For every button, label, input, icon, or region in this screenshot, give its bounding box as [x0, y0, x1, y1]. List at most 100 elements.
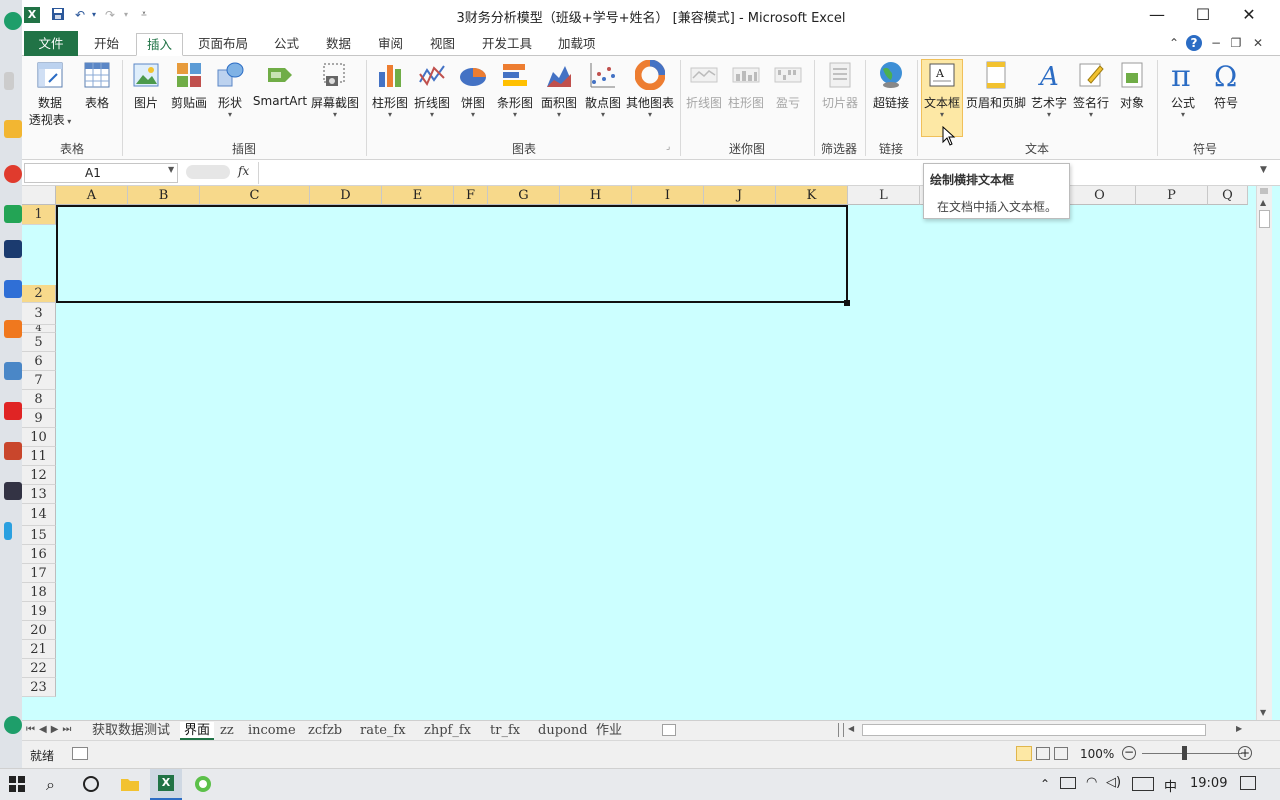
desktop-app-icon[interactable]	[4, 205, 22, 223]
row-header[interactable]: 11	[22, 447, 56, 466]
page-break-view-icon[interactable]	[1054, 747, 1068, 760]
sheet-tab[interactable]: zcfzb	[304, 722, 346, 740]
close-button[interactable]: ✕	[1226, 0, 1272, 30]
tab-addins[interactable]: 加载项	[548, 33, 606, 56]
fill-handle[interactable]	[844, 300, 850, 306]
sparkline-winloss-button[interactable]: 盈亏	[768, 60, 808, 111]
column-chart-button[interactable]: 柱形图 ▾	[370, 60, 410, 119]
row-header[interactable]: 9	[22, 409, 56, 428]
column-header[interactable]: P	[1136, 186, 1208, 205]
sheet-tab[interactable]: rate_fx	[356, 722, 410, 740]
expand-formula-bar-icon[interactable]: ▼	[1260, 165, 1267, 175]
column-header[interactable]: G	[488, 186, 560, 205]
scroll-right-icon[interactable]: ▶	[1236, 724, 1242, 733]
ribbon-collapse-icon[interactable]: ⌃	[1166, 35, 1182, 51]
row-header[interactable]: 14	[22, 504, 56, 526]
selected-range[interactable]	[56, 205, 848, 303]
doc-close-icon[interactable]: ✕	[1250, 35, 1266, 51]
scroll-down-icon[interactable]: ▼	[1260, 708, 1266, 717]
row-header[interactable]: 17	[22, 564, 56, 583]
row-header[interactable]: 22	[22, 659, 56, 678]
sheet-tab[interactable]: zz	[216, 722, 238, 740]
desktop-app-icon[interactable]	[4, 72, 14, 90]
formula-bar-splitter[interactable]	[186, 165, 230, 179]
zoom-level[interactable]: 100%	[1080, 747, 1114, 761]
page-layout-view-icon[interactable]	[1036, 747, 1050, 760]
word-icon[interactable]	[4, 280, 22, 298]
row-header[interactable]: 21	[22, 640, 56, 659]
row-header[interactable]: 6	[22, 352, 56, 371]
column-header[interactable]: H	[560, 186, 632, 205]
column-header[interactable]: K	[776, 186, 848, 205]
tab-file[interactable]: 文件	[24, 31, 78, 56]
vertical-scroll-thumb[interactable]	[1259, 210, 1270, 228]
column-header[interactable]: D	[310, 186, 382, 205]
column-header[interactable]: F	[454, 186, 488, 205]
wifi-icon[interactable]: ◠	[1086, 775, 1097, 790]
minimize-button[interactable]: —	[1134, 0, 1180, 30]
column-header[interactable]: J	[704, 186, 776, 205]
header-footer-button[interactable]: 页眉和页脚	[965, 60, 1027, 111]
row-header[interactable]: 2	[22, 285, 56, 303]
sheet-tab[interactable]: 获取数据测试	[88, 722, 174, 740]
column-header[interactable]: A	[56, 186, 128, 205]
tab-insert[interactable]: 插入	[136, 33, 184, 56]
row-header[interactable]: 5	[22, 333, 56, 352]
insert-sheet-icon[interactable]	[662, 724, 676, 736]
name-box[interactable]: A1	[24, 163, 178, 183]
keyboard-icon[interactable]	[1132, 777, 1154, 791]
clipart-button[interactable]: 剪贴画	[168, 60, 210, 111]
row-header[interactable]: 15	[22, 526, 56, 545]
game-icon[interactable]	[4, 442, 22, 460]
smartart-button[interactable]: SmartArt	[252, 60, 308, 108]
column-header[interactable]: I	[632, 186, 704, 205]
row-header[interactable]: 1	[22, 205, 56, 225]
file-explorer-icon[interactable]	[120, 775, 140, 795]
vertical-scrollbar[interactable]: ▲ ▼	[1256, 186, 1272, 720]
slicer-button[interactable]: 切片器	[818, 60, 862, 111]
tab-formulas[interactable]: 公式	[264, 33, 309, 56]
search-icon[interactable]: ⌕	[46, 775, 66, 795]
screenshot-button[interactable]: 屏幕截图 ▾	[310, 60, 360, 119]
column-header[interactable]: B	[128, 186, 200, 205]
sheet-nav-arrows-icon[interactable]: ⏮◀▶⏭	[26, 724, 75, 735]
star-icon[interactable]	[4, 120, 22, 138]
name-box-dropdown-icon[interactable]: ▼	[168, 165, 174, 174]
desktop-app-icon[interactable]	[4, 320, 22, 338]
tab-page-layout[interactable]: 页面布局	[188, 33, 258, 56]
horizontal-scroll-thumb[interactable]	[862, 724, 1206, 736]
ime-indicator[interactable]: 中	[1164, 776, 1177, 795]
weibo-icon[interactable]	[4, 165, 22, 183]
notifications-icon[interactable]	[1240, 776, 1256, 790]
tab-developer[interactable]: 开发工具	[472, 33, 542, 56]
tab-home[interactable]: 开始	[84, 33, 129, 56]
zoom-slider-thumb[interactable]	[1182, 746, 1187, 760]
row-header[interactable]: 3	[22, 303, 56, 325]
column-header[interactable]: C	[200, 186, 310, 205]
pie-chart-button[interactable]: 饼图 ▾	[454, 60, 492, 119]
scatter-chart-button[interactable]: 散点图 ▾	[582, 60, 624, 119]
row-header[interactable]: 8	[22, 390, 56, 409]
object-button[interactable]: 对象	[1113, 60, 1151, 111]
hyperlink-button[interactable]: 超链接	[869, 60, 913, 111]
sparkline-line-button[interactable]: 折线图	[684, 60, 724, 111]
pivot-table-button[interactable]: 数据 透视表 ▾	[26, 60, 74, 128]
other-charts-button[interactable]: 其他图表 ▾	[624, 60, 676, 119]
sheet-tab[interactable]: zhpf_fx	[420, 722, 475, 740]
table-button[interactable]: 表格	[78, 60, 116, 111]
symbol-button[interactable]: Ω 符号	[1206, 60, 1246, 111]
wordart-button[interactable]: A 艺术字 ▾	[1029, 60, 1069, 119]
row-header[interactable]: 13	[22, 485, 56, 504]
windows-start-icon[interactable]	[8, 775, 28, 795]
row-header[interactable]: 4	[22, 325, 56, 333]
tab-data[interactable]: 数据	[316, 33, 361, 56]
tab-view[interactable]: 视图	[420, 33, 465, 56]
column-header[interactable]: L	[848, 186, 920, 205]
column-header[interactable]: O	[1064, 186, 1136, 205]
game-icon[interactable]	[4, 482, 22, 500]
shapes-button[interactable]: 形状 ▾	[212, 60, 248, 119]
sheet-tab[interactable]: 界面	[180, 722, 215, 740]
desktop-app-icon[interactable]	[4, 240, 22, 258]
area-chart-button[interactable]: 面积图 ▾	[538, 60, 580, 119]
battery-icon[interactable]	[1060, 777, 1076, 789]
